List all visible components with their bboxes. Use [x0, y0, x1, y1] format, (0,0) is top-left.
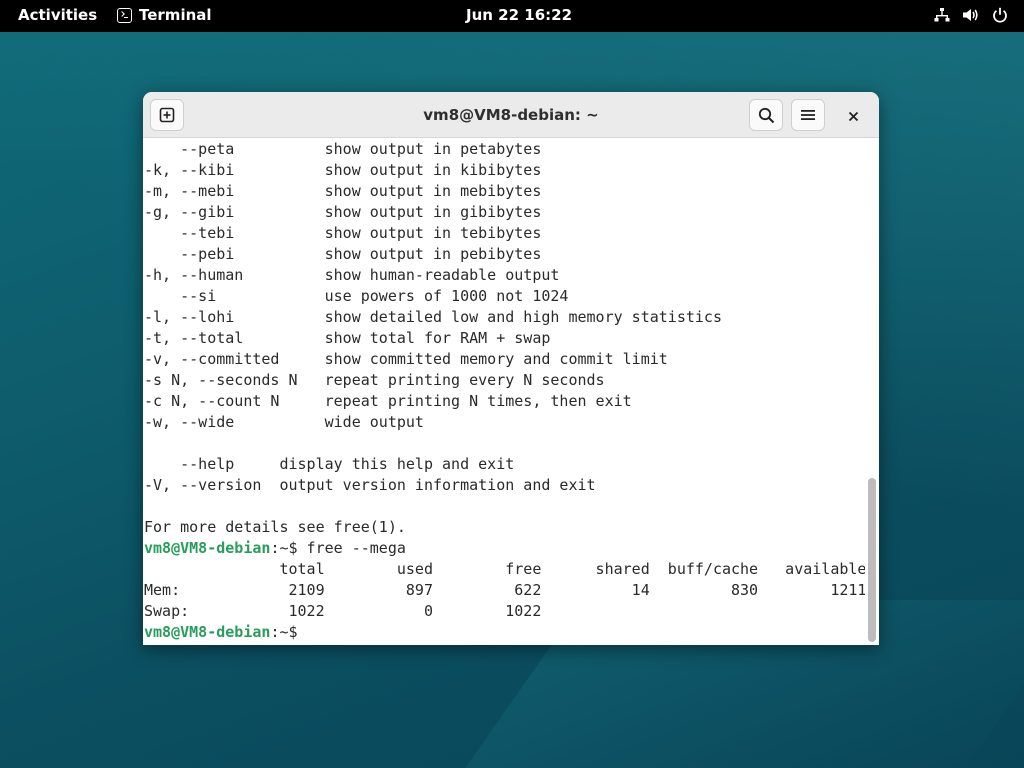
help-line: [144, 496, 865, 517]
prompt-user-host: vm8@VM8-debian: [144, 539, 271, 557]
prompt-user-host: vm8@VM8-debian: [144, 623, 271, 641]
top-bar: Activities Terminal Jun 22 16:22: [0, 0, 1024, 32]
help-line: --tebi show output in tebibytes: [144, 224, 542, 242]
system-tray[interactable]: [934, 7, 1008, 27]
help-line: -g, --gibi show output in gibibytes: [144, 203, 542, 221]
table-row: Mem: 2109 897 622 14 830 1211: [144, 581, 865, 599]
menu-button[interactable]: [791, 99, 825, 131]
terminal-window: vm8@VM8-debian: ~ --peta show output in …: [143, 92, 879, 645]
clock[interactable]: Jun 22 16:22: [466, 6, 572, 24]
search-button[interactable]: [749, 99, 783, 131]
help-line: -m, --mebi show output in mebibytes: [144, 182, 542, 200]
volume-icon[interactable]: [962, 7, 980, 27]
network-icon[interactable]: [934, 7, 950, 27]
table-header: total used free shared buff/cache availa…: [144, 560, 865, 578]
close-icon: [848, 111, 858, 121]
command-text: free --mega: [297, 539, 406, 557]
help-line: --pebi show output in pebibytes: [144, 245, 542, 263]
current-prompt-line[interactable]: vm8@VM8-debian:~$: [144, 622, 865, 643]
activities-button[interactable]: Activities: [18, 6, 97, 24]
terminal-output[interactable]: --peta show output in petabytes -k, --kib…: [143, 139, 865, 645]
search-icon: [758, 107, 774, 123]
app-menu-label: Terminal: [139, 6, 212, 24]
command-line: vm8@VM8-debian:~$ free --mega: [144, 538, 865, 559]
help-line: -c N, --count N repeat printing N times,…: [144, 392, 632, 410]
help-line: -V, --version output version information…: [144, 476, 596, 494]
help-line: --si use powers of 1000 not 1024: [144, 287, 569, 305]
app-menu-terminal[interactable]: Terminal: [117, 6, 212, 24]
help-line: -t, --total show total for RAM + swap: [144, 329, 551, 347]
scrollbar-thumb[interactable]: [868, 478, 876, 642]
help-line: -v, --committed show committed memory an…: [144, 350, 668, 368]
power-icon[interactable]: [992, 7, 1008, 27]
help-line: -s N, --seconds N repeat printing every …: [144, 371, 605, 389]
help-line: [144, 433, 865, 454]
help-line: --help display this help and exit: [144, 455, 515, 473]
help-line: -h, --human show human-readable output: [144, 266, 560, 284]
help-line: -l, --lohi show detailed low and high me…: [144, 308, 722, 326]
prompt-suffix: :~$: [270, 623, 298, 641]
help-line: -k, --kibi show output in kibibytes: [144, 161, 542, 179]
prompt-suffix: :~$: [270, 539, 298, 557]
help-line: -w, --wide wide output: [144, 413, 424, 431]
table-row: Swap: 1022 0 1022: [144, 602, 542, 620]
menu-icon: [801, 110, 815, 120]
terminal-icon: [117, 7, 132, 23]
window-headerbar[interactable]: vm8@VM8-debian: ~: [143, 92, 879, 138]
help-line: For more details see free(1).: [144, 518, 406, 536]
close-button[interactable]: [841, 104, 865, 128]
help-line: --peta show output in petabytes: [144, 140, 542, 158]
